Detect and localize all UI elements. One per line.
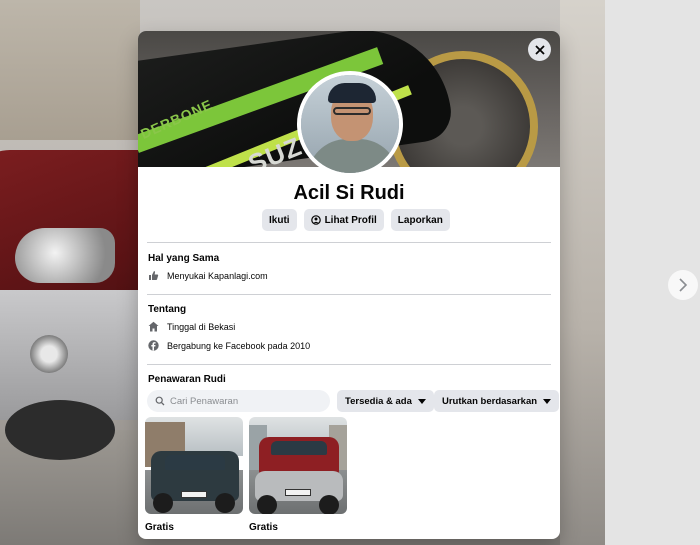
chevron-right-icon bbox=[679, 278, 688, 292]
about-joined-text: Bergabung ke Facebook pada 2010 bbox=[167, 340, 311, 351]
listing-price: Gratis bbox=[145, 522, 174, 533]
about-section-title: Tentang bbox=[148, 304, 187, 315]
thumbs-up-icon bbox=[148, 270, 159, 281]
city-link[interactable]: Bekasi bbox=[208, 322, 235, 332]
follow-button[interactable]: Ikuti bbox=[262, 209, 297, 231]
mutual-section-title: Hal yang Sama bbox=[148, 253, 220, 264]
close-button[interactable] bbox=[528, 38, 551, 61]
background-car-foglight bbox=[30, 335, 68, 373]
offers-search-input[interactable] bbox=[170, 395, 320, 407]
profile-actions: Ikuti Lihat Profil Laporkan bbox=[262, 209, 450, 231]
availability-dropdown-label: Tersedia & ada bbox=[345, 395, 412, 407]
follow-label: Ikuti bbox=[269, 214, 290, 226]
caret-down-icon bbox=[417, 398, 426, 404]
divider bbox=[147, 364, 551, 365]
next-photo-button[interactable] bbox=[668, 270, 698, 300]
profile-name[interactable]: Acil Si Rudi bbox=[138, 182, 560, 205]
about-joined-row: Bergabung ke Facebook pada 2010 bbox=[148, 340, 310, 351]
about-lives-row: Tinggal di Bekasi bbox=[148, 321, 235, 332]
view-profile-button[interactable]: Lihat Profil bbox=[303, 209, 384, 231]
offers-search[interactable] bbox=[147, 390, 330, 412]
offers-section-title: Penawaran Rudi bbox=[148, 374, 226, 385]
divider bbox=[147, 242, 551, 243]
background-building bbox=[560, 0, 605, 545]
facebook-icon bbox=[148, 340, 159, 351]
user-circle-icon bbox=[310, 215, 321, 225]
caret-down-icon bbox=[543, 398, 552, 404]
sort-dropdown[interactable]: Urutkan berdasarkan bbox=[434, 390, 560, 412]
avatar[interactable] bbox=[297, 71, 403, 177]
sort-dropdown-label: Urutkan berdasarkan bbox=[442, 395, 538, 407]
view-profile-label: Lihat Profil bbox=[324, 214, 377, 226]
listing-card[interactable] bbox=[145, 417, 243, 514]
home-icon bbox=[148, 321, 159, 332]
divider bbox=[147, 294, 551, 295]
search-icon bbox=[155, 396, 165, 406]
background-car-headlight bbox=[15, 228, 115, 283]
availability-dropdown[interactable]: Tersedia & ada bbox=[337, 390, 434, 412]
report-button[interactable]: Laporkan bbox=[390, 209, 450, 231]
background-car-wheel bbox=[5, 400, 115, 460]
listing-card[interactable] bbox=[249, 417, 347, 514]
listing-price: Gratis bbox=[249, 522, 278, 533]
mutual-like-text: Menyukai Kapanlagi.com bbox=[167, 270, 268, 281]
liked-page-link[interactable]: Kapanlagi.com bbox=[208, 271, 268, 281]
report-label: Laporkan bbox=[397, 214, 443, 226]
background-wall bbox=[0, 0, 140, 140]
about-lives-text: Tinggal di Bekasi bbox=[167, 321, 236, 332]
close-icon bbox=[534, 44, 545, 55]
mutual-like-row: Menyukai Kapanlagi.com bbox=[148, 270, 268, 281]
